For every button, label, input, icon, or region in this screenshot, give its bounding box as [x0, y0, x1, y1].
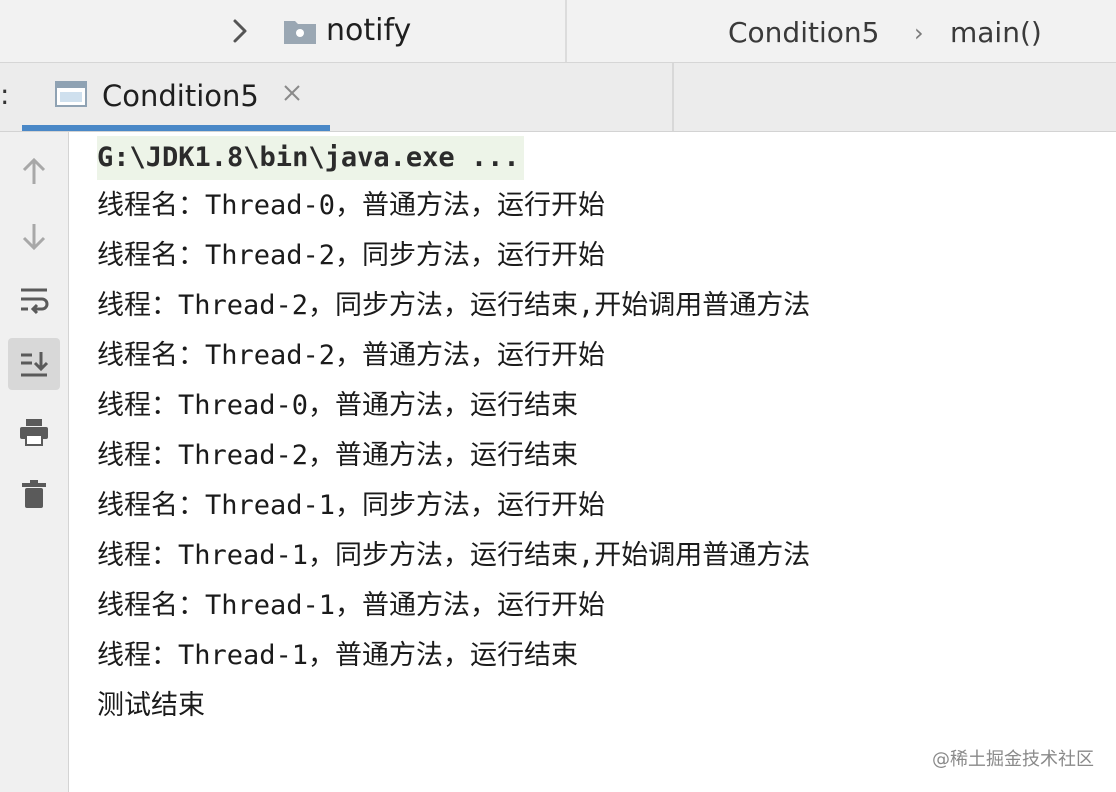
scroll-down-button[interactable]: [8, 210, 60, 262]
arrow-down-icon: [22, 224, 46, 251]
tab-condition5[interactable]: Condition5: [22, 63, 330, 131]
console-line: 测试结束: [97, 690, 205, 721]
console-command-line: G:\JDK1.8\bin\java.exe ...: [97, 136, 524, 180]
soft-wrap-icon: [21, 288, 49, 315]
folder-icon: [284, 21, 316, 44]
console-line: 线程：Thread-2，普通方法，运行结束: [97, 440, 579, 471]
breadcrumb-class[interactable]: Condition5: [728, 12, 879, 54]
breadcrumb-divider: [565, 0, 567, 62]
close-icon[interactable]: [280, 81, 304, 105]
tab-bar-divider: [672, 63, 674, 131]
console-line: 线程名：Thread-1，普通方法，运行开始: [97, 590, 606, 621]
scroll-to-end-button[interactable]: [8, 338, 60, 390]
console-line: 线程名：Thread-2，同步方法，运行开始: [97, 240, 606, 271]
navigation-bar: notify Condition5 › main(): [0, 0, 1116, 63]
soft-wrap-button[interactable]: [8, 274, 60, 326]
run-console-icon: [55, 81, 87, 107]
watermark: @稀土掘金技术社区: [932, 749, 1094, 770]
active-tab-indicator: [22, 125, 330, 131]
console-line: 线程名：Thread-1，同步方法，运行开始: [97, 490, 606, 521]
print-button[interactable]: [8, 406, 60, 458]
ide-window: notify Condition5 › main() : Condition5: [0, 0, 1116, 792]
tab-bar-label: :: [0, 78, 10, 111]
console-line: 线程：Thread-1，普通方法，运行结束: [97, 640, 579, 671]
console-line: 线程名：Thread-2，普通方法，运行开始: [97, 340, 606, 371]
console-toolbar: [0, 132, 69, 792]
scroll-to-end-icon: [21, 352, 49, 377]
console-line: 线程名：Thread-0，普通方法，运行开始: [97, 190, 606, 221]
trash-icon: [22, 480, 46, 508]
console-line: 线程：Thread-2，同步方法，运行结束,开始调用普通方法: [97, 290, 811, 321]
console-line: 线程：Thread-0，普通方法，运行结束: [97, 390, 579, 421]
breadcrumb-separator: ›: [914, 19, 924, 47]
print-icon: [20, 419, 48, 446]
run-tab-bar: : Condition5: [0, 63, 1116, 132]
arrow-up-icon: [22, 157, 46, 184]
tab-label: Condition5: [102, 79, 259, 113]
console-output[interactable]: G:\JDK1.8\bin\java.exe ... 线程名：Thread-0，…: [69, 132, 1116, 792]
chevron-right-icon[interactable]: [228, 12, 252, 50]
scroll-up-button[interactable]: [8, 146, 60, 198]
breadcrumb-project[interactable]: notify: [326, 10, 411, 52]
clear-all-button[interactable]: [8, 468, 60, 520]
console-line: 线程：Thread-1，同步方法，运行结束,开始调用普通方法: [97, 540, 811, 571]
breadcrumb-method[interactable]: main(): [950, 12, 1042, 54]
